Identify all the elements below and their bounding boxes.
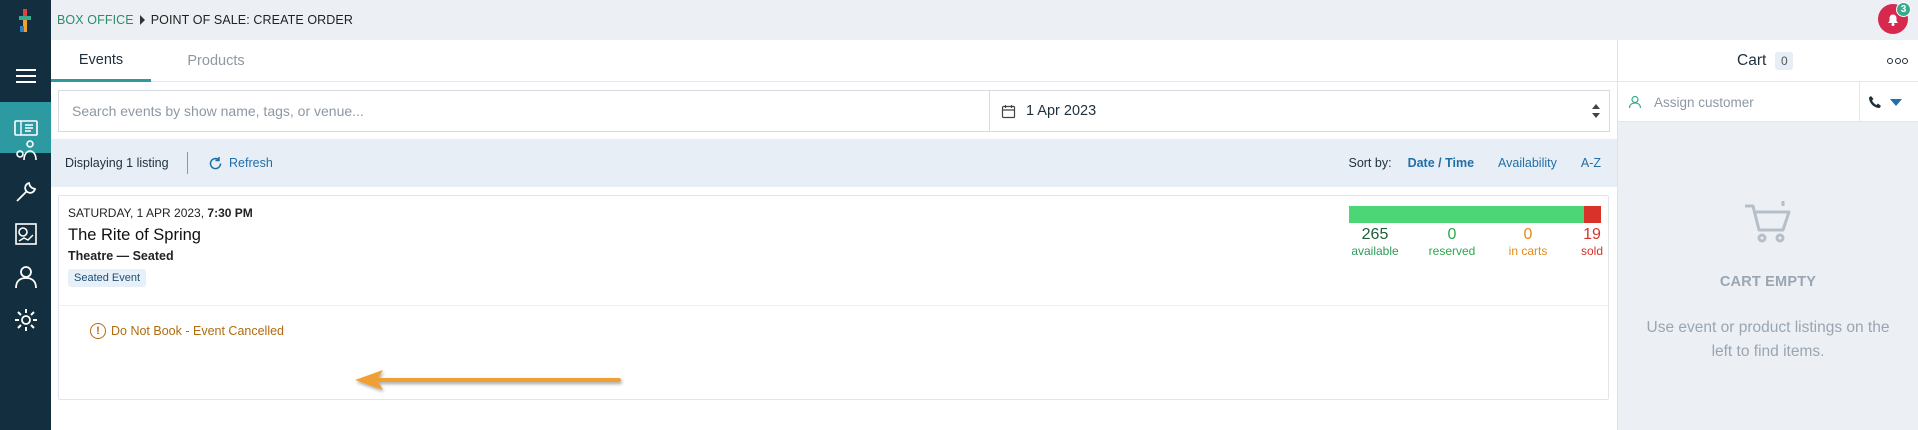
- warning-icon: !: [90, 323, 106, 339]
- top-bar: BOX OFFICE POINT OF SALE: CREATE ORDER 3: [51, 0, 1918, 40]
- tab-events[interactable]: Events: [51, 40, 151, 82]
- sidebar: [0, 0, 51, 430]
- event-time: 7:30 PM: [207, 206, 253, 220]
- cart-empty-title: CART EMPTY: [1719, 274, 1817, 290]
- stat-available-label: available: [1351, 244, 1399, 258]
- breadcrumb-box-office[interactable]: BOX OFFICE: [57, 13, 134, 27]
- customer-icon: [1628, 95, 1642, 109]
- sort-date-time[interactable]: Date / Time: [1408, 156, 1474, 170]
- event-title[interactable]: The Rite of Spring: [68, 226, 201, 245]
- listing-count: Displaying 1 listing: [65, 156, 169, 170]
- tab-products[interactable]: Products: [151, 40, 281, 82]
- stat-sold: 19 sold: [1578, 226, 1606, 259]
- tab-bar: Events Products: [51, 40, 1617, 82]
- stat-sold-value: 19: [1583, 226, 1601, 243]
- sort-label: Sort by:: [1348, 156, 1392, 170]
- main-content: Events Products 1 Apr 2023 Displaying 1 …: [51, 40, 1617, 430]
- capacity-bar-sold: [1584, 206, 1601, 223]
- stat-reserved: 0 reserved: [1424, 226, 1480, 259]
- menu-icon[interactable]: [0, 50, 51, 101]
- event-tag: Seated Event: [68, 269, 147, 287]
- chevron-down-icon: [1890, 98, 1902, 106]
- event-warning: ! Do Not Book - Event Cancelled: [90, 321, 284, 341]
- stat-reserved-value: 0: [1447, 226, 1457, 243]
- stat-in-carts: 0 in carts: [1505, 226, 1551, 259]
- date-stepper-icon[interactable]: [1591, 103, 1601, 119]
- capacity-bar: [1349, 206, 1601, 223]
- cart-header: Cart 0: [1618, 40, 1918, 82]
- settings-icon[interactable]: [0, 294, 51, 345]
- empty-cart-icon: [1745, 201, 1791, 243]
- stat-available: 265 available: [1349, 226, 1401, 259]
- event-listing-card[interactable]: SATURDAY, 1 APR 2023, 7:30 PM The Rite o…: [58, 195, 1609, 400]
- refresh-icon: [209, 156, 222, 169]
- stat-in-carts-value: 0: [1523, 226, 1533, 243]
- listing-toolbar: Displaying 1 listing Refresh Sort by: Da…: [51, 139, 1617, 187]
- more-options-icon[interactable]: [1886, 40, 1908, 82]
- cart-title: Cart 0: [1737, 40, 1794, 82]
- calendar-icon: [1001, 104, 1016, 118]
- event-venue: Theatre — Seated: [68, 249, 174, 263]
- event-warning-text: Do Not Book - Event Cancelled: [111, 324, 285, 338]
- stat-in-carts-label: in carts: [1508, 244, 1548, 258]
- annotation-arrow-icon: [355, 370, 621, 390]
- breadcrumb-separator-icon: [139, 15, 145, 25]
- stat-reserved-label: reserved: [1428, 244, 1476, 258]
- event-date: SATURDAY, 1 APR 2023, 7:30 PM: [68, 206, 253, 220]
- toolbar-divider: [187, 152, 188, 174]
- refresh-label: Refresh: [229, 156, 273, 170]
- sort-availability[interactable]: Availability: [1498, 156, 1557, 170]
- event-date-text: SATURDAY, 1 APR 2023,: [68, 206, 205, 220]
- search-bar: 1 Apr 2023: [58, 90, 1610, 132]
- cart-count-badge: 0: [1775, 52, 1794, 70]
- assign-divider: [1859, 82, 1860, 122]
- assign-customer-row: Assign customer: [1618, 82, 1918, 122]
- date-filter[interactable]: 1 Apr 2023: [989, 91, 1609, 131]
- stat-available-value: 265: [1361, 226, 1389, 243]
- date-filter-value: 1 Apr 2023: [1026, 103, 1097, 119]
- search-input[interactable]: [59, 91, 989, 131]
- phone-icon: [1869, 96, 1881, 108]
- assign-customer-field[interactable]: Assign customer: [1628, 82, 1754, 122]
- cart-title-label: Cart: [1737, 52, 1767, 69]
- assign-customer-placeholder: Assign customer: [1654, 94, 1754, 110]
- cart-panel: Cart 0 Assign customer CART EMPTY Use ev…: [1617, 40, 1918, 430]
- page-title: POINT OF SALE: CREATE ORDER: [150, 13, 353, 27]
- capacity-bar-available: [1349, 206, 1585, 223]
- sort-a-z[interactable]: A-Z: [1581, 156, 1601, 170]
- sales-channel-dropdown[interactable]: [1868, 82, 1902, 122]
- breadcrumb: BOX OFFICE POINT OF SALE: CREATE ORDER: [57, 0, 353, 40]
- notification-bell-icon[interactable]: 3: [1878, 2, 1911, 34]
- sort-controls: Sort by: Date / Time Availability A-Z: [1348, 139, 1601, 187]
- refresh-button[interactable]: Refresh: [208, 139, 273, 187]
- cart-empty-text: Use event or product listings on the lef…: [1646, 319, 1890, 360]
- card-divider: [59, 305, 1608, 306]
- stat-sold-label: sold: [1580, 244, 1603, 258]
- notification-count-badge: 3: [1896, 2, 1911, 17]
- app-logo[interactable]: [9, 6, 41, 38]
